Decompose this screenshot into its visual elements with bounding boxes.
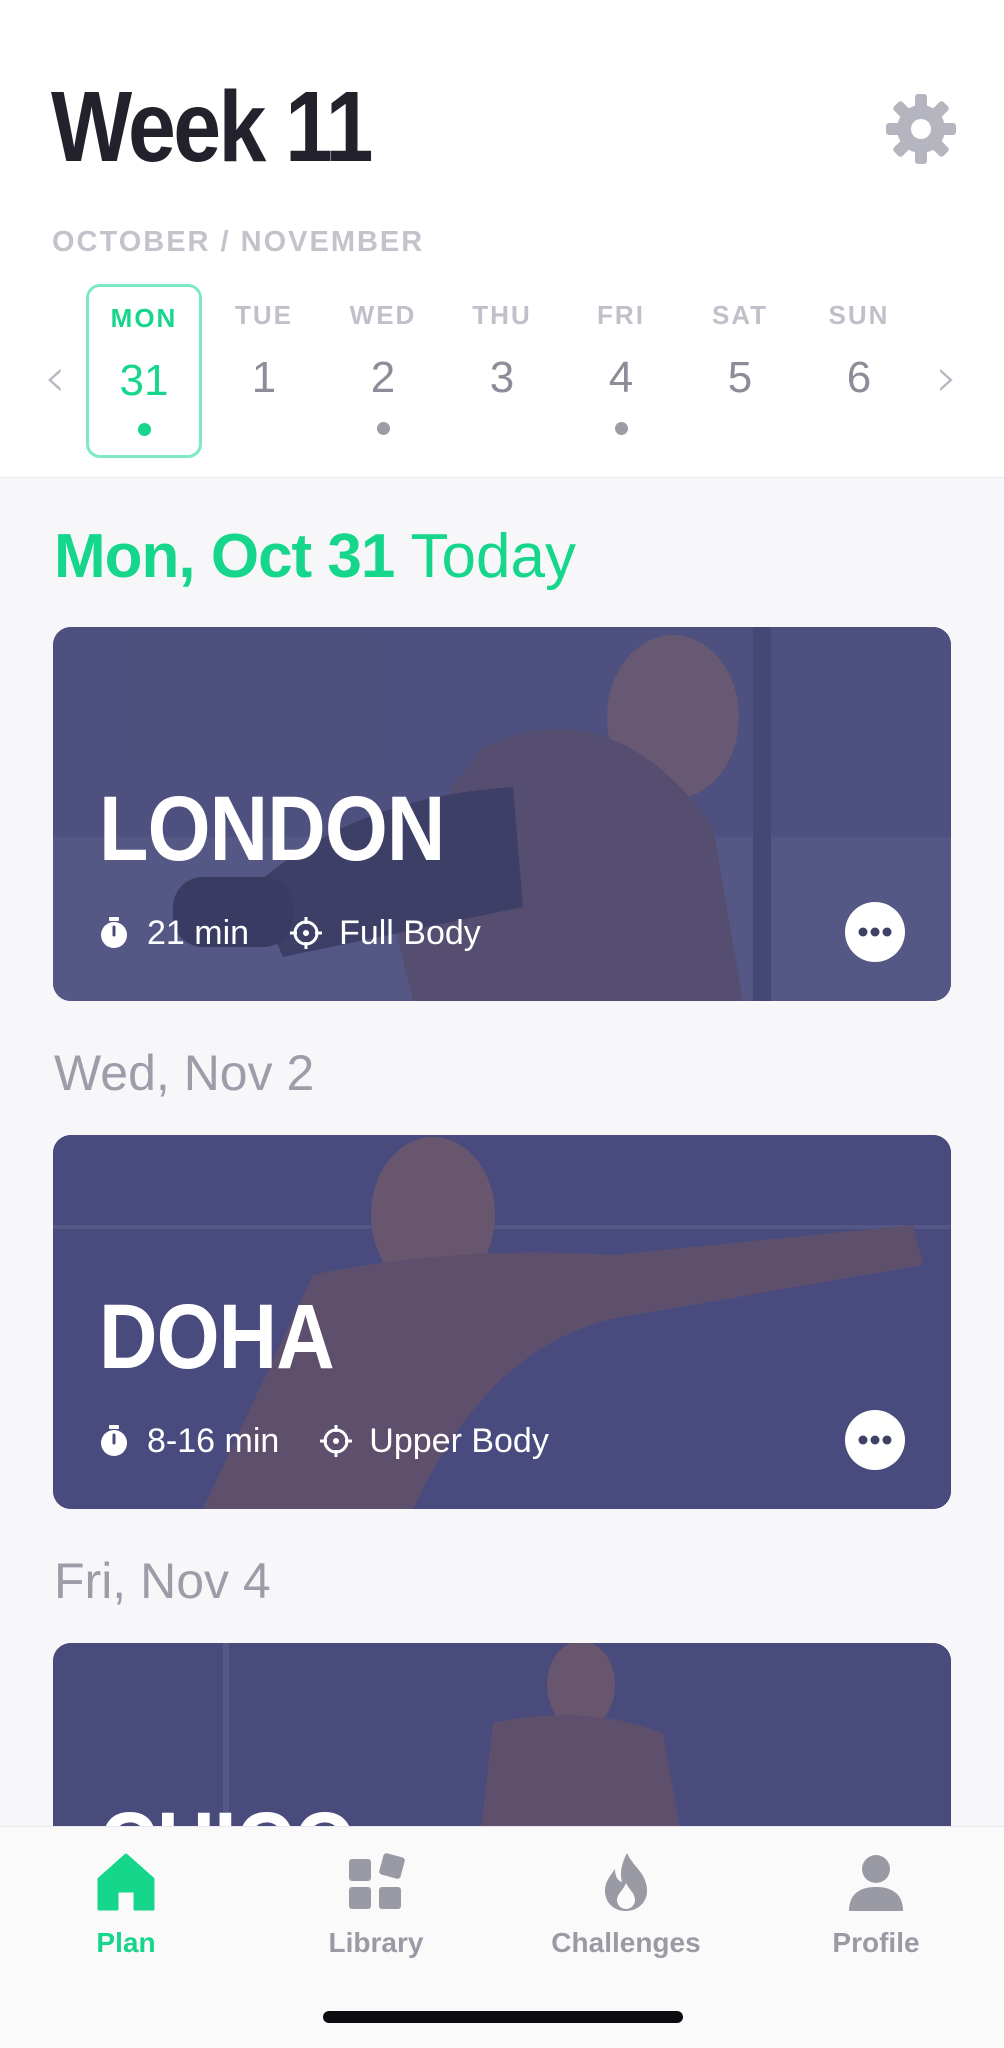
tab-profile[interactable]: Profile xyxy=(776,1849,976,1969)
ellipsis-icon xyxy=(858,927,892,937)
day-sat[interactable]: SAT 5 xyxy=(682,284,798,458)
workout-dot xyxy=(377,422,390,435)
workout-name: CHICO xyxy=(99,1793,356,1826)
stopwatch-icon xyxy=(101,1425,127,1456)
week-strip: ‹ MON 31 TUE 1 WED 2 THU 3 FRI 4 SAT 5 S… xyxy=(0,282,1004,462)
day-mon[interactable]: MON 31 xyxy=(86,284,202,458)
day-sun[interactable]: SUN 6 xyxy=(801,284,917,458)
day-number: 2 xyxy=(370,353,396,402)
day-number: 31 xyxy=(119,356,169,405)
home-indicator xyxy=(323,2011,683,2023)
date-heading: Fri, Nov 4 xyxy=(54,1553,271,1609)
tab-label: Library xyxy=(328,1927,424,1958)
day-name: TUE xyxy=(235,300,293,330)
workout-card[interactable]: LONDON 21 min Full Body xyxy=(53,627,951,1001)
day-number: 3 xyxy=(489,353,515,402)
workout-meta: 21 min Full Body xyxy=(97,911,481,955)
workout-card[interactable]: DOHA 8-16 min Upper Body xyxy=(53,1135,951,1509)
workout-name: LONDON xyxy=(99,778,445,880)
workout-name: DOHA xyxy=(99,1286,335,1388)
stopwatch-icon xyxy=(101,917,127,948)
workout-focus: Full Body xyxy=(339,913,481,952)
header: Week 11 OCTOBER / NOVEMBER ‹ MON 31 TUE … xyxy=(0,0,1004,478)
today-label: Today xyxy=(410,522,576,591)
ellipsis-icon xyxy=(858,1435,892,1445)
month-range: OCTOBER / NOVEMBER xyxy=(52,226,425,258)
prev-week-button[interactable]: ‹ xyxy=(44,346,66,409)
workout-dot xyxy=(138,423,151,436)
gear-icon[interactable] xyxy=(884,92,958,166)
target-icon xyxy=(320,1425,353,1457)
day-name: MON xyxy=(110,303,178,333)
day-number: 1 xyxy=(251,353,277,402)
day-name: FRI xyxy=(597,300,645,330)
workout-duration: 21 min xyxy=(147,913,250,952)
day-fri[interactable]: FRI 4 xyxy=(563,284,679,458)
flame-icon xyxy=(605,1853,647,1911)
more-options-button[interactable] xyxy=(845,902,905,962)
tab-library[interactable]: Library xyxy=(276,1849,476,1969)
day-number: 4 xyxy=(608,353,634,402)
workout-feed[interactable]: Mon, Oct 31 Today LONDON 21 min Full Bod… xyxy=(0,479,1004,1826)
day-number: 5 xyxy=(727,353,753,402)
page-title: Week 11 xyxy=(51,71,373,183)
day-name: THU xyxy=(472,300,532,330)
day-name: SUN xyxy=(828,300,890,330)
date-label: Mon, Oct 31 xyxy=(54,522,395,591)
workout-duration: 8-16 min xyxy=(147,1421,280,1460)
library-icon xyxy=(349,1853,405,1909)
tab-label: Profile xyxy=(832,1927,920,1958)
day-name: WED xyxy=(349,300,417,330)
day-wed[interactable]: WED 2 xyxy=(325,284,441,458)
tab-label: Challenges xyxy=(551,1927,701,1958)
workout-focus: Upper Body xyxy=(369,1421,549,1460)
tab-plan[interactable]: Plan xyxy=(26,1849,226,1969)
workout-card[interactable]: CHICO xyxy=(53,1643,951,1826)
tab-challenges[interactable]: Challenges xyxy=(526,1849,726,1969)
tab-label: Plan xyxy=(96,1927,156,1958)
date-heading: Wed, Nov 2 xyxy=(54,1045,315,1101)
person-icon xyxy=(849,1855,903,1911)
workout-dot xyxy=(615,422,628,435)
day-tue[interactable]: TUE 1 xyxy=(206,284,322,458)
more-options-button[interactable] xyxy=(845,1410,905,1470)
date-heading-today: Mon, Oct 31 Today xyxy=(54,521,576,592)
home-icon xyxy=(97,1853,155,1911)
target-icon xyxy=(290,917,323,949)
workout-meta: 8-16 min Upper Body xyxy=(97,1419,549,1463)
day-number: 6 xyxy=(846,353,872,402)
day-name: SAT xyxy=(711,300,769,330)
day-thu[interactable]: THU 3 xyxy=(444,284,560,458)
next-week-button[interactable]: › xyxy=(936,346,958,409)
